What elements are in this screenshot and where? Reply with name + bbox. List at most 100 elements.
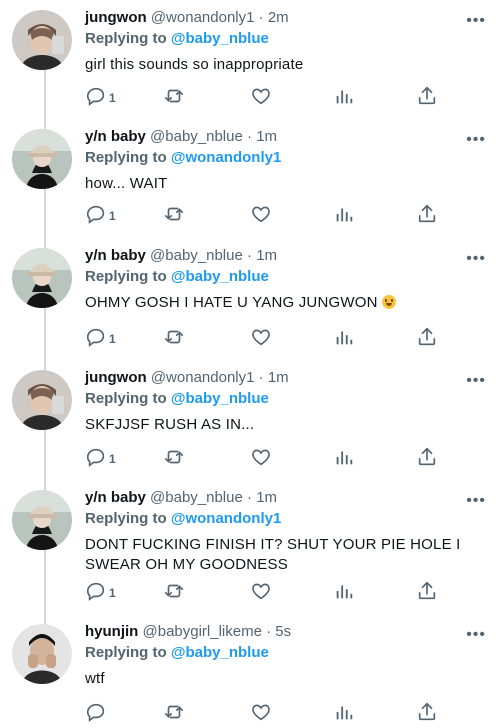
views-button[interactable] — [333, 327, 355, 351]
display-name[interactable]: jungwon — [85, 9, 147, 26]
share-button[interactable] — [416, 581, 438, 605]
analytics-icon — [333, 446, 355, 473]
timestamp[interactable]: 1m — [268, 369, 289, 386]
share-button[interactable] — [416, 86, 438, 110]
avatar[interactable] — [12, 248, 72, 308]
reply-button[interactable]: 1 — [85, 327, 116, 351]
views-button[interactable] — [333, 581, 355, 605]
more-options-icon[interactable]: ••• — [466, 12, 486, 30]
tweet-text-content: OHMY GOSH I HATE U YANG JUNGWON — [85, 294, 378, 311]
tweet-actions: 1 — [85, 581, 440, 605]
display-name[interactable]: y/n baby — [85, 128, 146, 145]
timestamp[interactable]: 5s — [275, 623, 291, 640]
tweet-header: jungwon @wonandonly1 · 2m — [85, 8, 482, 28]
reply-button[interactable]: 1 — [85, 447, 116, 471]
laughing-emoji-icon — [381, 295, 396, 309]
tweet-body: y/n baby @baby_nblue · 1m Replying to @ba… — [85, 246, 482, 313]
mention-link[interactable]: @baby_nblue — [171, 30, 269, 47]
retweet-button[interactable] — [163, 86, 185, 110]
share-button[interactable] — [416, 204, 438, 228]
avatar[interactable] — [12, 490, 72, 550]
tweet-header: jungwon @wonandonly1 · 1m — [85, 368, 482, 388]
like-button[interactable] — [250, 702, 272, 726]
like-button[interactable] — [250, 86, 272, 110]
analytics-icon — [333, 580, 355, 607]
more-options-icon[interactable]: ••• — [466, 492, 486, 510]
tweet-body: jungwon @wonandonly1 · 1m Replying to @ba… — [85, 368, 482, 435]
mention-link[interactable]: @baby_nblue — [171, 268, 269, 285]
mention-link[interactable]: @wonandonly1 — [171, 510, 281, 527]
avatar[interactable] — [12, 129, 72, 189]
reply-icon — [85, 85, 107, 112]
replying-to-label: Replying to — [85, 390, 167, 407]
tweet-text-content: DONT FUCKING FINISH IT? SHUT YOUR PIE HO… — [85, 536, 461, 573]
retweet-button[interactable] — [163, 204, 185, 228]
reply-button[interactable]: 1 — [85, 204, 116, 228]
share-icon — [416, 85, 438, 112]
heart-icon — [250, 701, 272, 728]
views-button[interactable] — [333, 86, 355, 110]
timestamp[interactable]: 1m — [256, 128, 277, 145]
reply-icon — [85, 203, 107, 230]
user-handle[interactable]: @wonandonly1 — [151, 369, 255, 386]
replying-to: Replying to @wonandonly1 — [85, 148, 482, 168]
retweet-button[interactable] — [163, 327, 185, 351]
retweet-icon — [163, 580, 185, 607]
more-options-icon[interactable]: ••• — [466, 131, 486, 149]
share-button[interactable] — [416, 327, 438, 351]
avatar[interactable] — [12, 370, 72, 430]
user-handle[interactable]: @wonandonly1 — [151, 9, 255, 26]
share-icon — [416, 446, 438, 473]
like-button[interactable] — [250, 581, 272, 605]
separator-dot: · — [258, 9, 264, 26]
timestamp[interactable]: 2m — [268, 9, 289, 26]
user-handle[interactable]: @baby_nblue — [150, 247, 243, 264]
reply-count: 1 — [109, 586, 116, 600]
timestamp[interactable]: 1m — [256, 489, 277, 506]
views-button[interactable] — [333, 447, 355, 471]
reply-icon — [85, 580, 107, 607]
tweet-actions: 1 — [85, 327, 440, 351]
mention-link[interactable]: @baby_nblue — [171, 644, 269, 661]
like-button[interactable] — [250, 327, 272, 351]
reply-button[interactable] — [85, 702, 109, 726]
like-button[interactable] — [250, 204, 272, 228]
heart-icon — [250, 446, 272, 473]
avatar[interactable] — [12, 624, 72, 684]
user-handle[interactable]: @baby_nblue — [150, 489, 243, 506]
display-name[interactable]: y/n baby — [85, 247, 146, 264]
views-button[interactable] — [333, 702, 355, 726]
more-options-icon[interactable]: ••• — [466, 372, 486, 390]
tweet-text: wtf — [85, 669, 482, 689]
tweet-text: how... WAIT — [85, 174, 482, 194]
replying-to-label: Replying to — [85, 30, 167, 47]
reply-button[interactable]: 1 — [85, 581, 116, 605]
reply-count: 1 — [109, 452, 116, 466]
share-icon — [416, 580, 438, 607]
user-handle[interactable]: @baby_nblue — [150, 128, 243, 145]
display-name[interactable]: jungwon — [85, 369, 147, 386]
retweet-button[interactable] — [163, 447, 185, 471]
share-button[interactable] — [416, 702, 438, 726]
more-options-icon[interactable]: ••• — [466, 250, 486, 268]
separator-dot: · — [247, 128, 253, 145]
user-handle[interactable]: @babygirl_likeme — [143, 623, 262, 640]
share-button[interactable] — [416, 447, 438, 471]
mention-link[interactable]: @baby_nblue — [171, 390, 269, 407]
display-name[interactable]: y/n baby — [85, 489, 146, 506]
share-icon — [416, 326, 438, 353]
mention-link[interactable]: @wonandonly1 — [171, 149, 281, 166]
more-options-icon[interactable]: ••• — [466, 626, 486, 644]
retweet-button[interactable] — [163, 581, 185, 605]
separator-dot: · — [247, 489, 253, 506]
like-button[interactable] — [250, 447, 272, 471]
views-button[interactable] — [333, 204, 355, 228]
display-name[interactable]: hyunjin — [85, 623, 138, 640]
retweet-button[interactable] — [163, 702, 185, 726]
avatar[interactable] — [12, 10, 72, 70]
tweet-header: y/n baby @baby_nblue · 1m — [85, 246, 482, 266]
tweet-header: y/n baby @baby_nblue · 1m — [85, 127, 482, 147]
timestamp[interactable]: 1m — [256, 247, 277, 264]
tweet-text: DONT FUCKING FINISH IT? SHUT YOUR PIE HO… — [85, 535, 482, 575]
reply-button[interactable]: 1 — [85, 86, 116, 110]
